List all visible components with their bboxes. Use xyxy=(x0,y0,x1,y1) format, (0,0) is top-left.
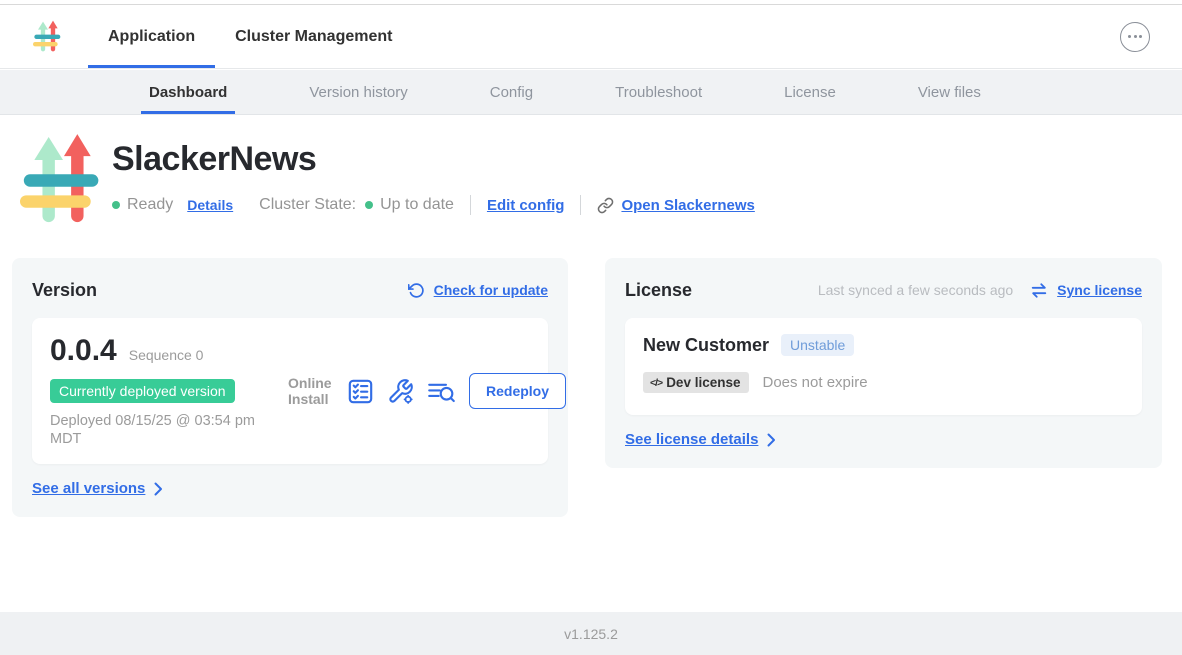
version-card: Version Check for update 0.0.4 Sequence … xyxy=(12,258,568,517)
app-footer: v1.125.2 xyxy=(0,612,1182,655)
view-logs-icon[interactable] xyxy=(427,378,456,405)
subnav-tab-version-history[interactable]: Version history xyxy=(305,70,411,114)
cluster-state-value: Up to date xyxy=(380,196,454,214)
last-synced-label: Last synced a few seconds ago xyxy=(818,282,1013,298)
install-type-label: Online Install xyxy=(288,375,334,407)
subnav-tab-troubleshoot[interactable]: Troubleshoot xyxy=(611,70,706,114)
deployed-timestamp: Deployed 08/15/25 @ 03:54 pm MDT xyxy=(50,412,265,448)
channel-badge: Unstable xyxy=(781,334,854,356)
license-card: License Last synced a few seconds ago Sy… xyxy=(605,258,1162,468)
version-sequence: Sequence 0 xyxy=(129,347,204,363)
divider xyxy=(580,195,581,215)
see-license-details-link[interactable]: See license details xyxy=(625,431,758,448)
preflight-checks-icon[interactable] xyxy=(347,378,374,405)
subnav-tab-config[interactable]: Config xyxy=(486,70,537,114)
license-type-badge: </> Dev license xyxy=(643,372,749,393)
tab-cluster-management[interactable]: Cluster Management xyxy=(215,5,412,68)
chevron-right-icon xyxy=(154,482,163,496)
subnav-tab-license[interactable]: License xyxy=(780,70,840,114)
app-header: Application Cluster Management xyxy=(0,5,1182,69)
app-hero: SlackerNews Ready Details Cluster State:… xyxy=(0,116,1182,258)
refresh-icon xyxy=(408,282,425,299)
subnav-tab-dashboard[interactable]: Dashboard xyxy=(145,70,231,114)
subnav-tab-view-files[interactable]: View files xyxy=(914,70,985,114)
see-all-versions-link[interactable]: See all versions xyxy=(32,480,145,497)
open-app-link[interactable]: Open Slackernews xyxy=(621,197,754,214)
license-summary-panel: New Customer Unstable </> Dev license Do… xyxy=(625,318,1142,415)
sync-license-link[interactable]: Sync license xyxy=(1057,282,1142,298)
app-status-dot xyxy=(112,201,120,209)
deployed-status-badge: Currently deployed version xyxy=(50,379,235,403)
chevron-right-icon xyxy=(767,433,776,447)
divider xyxy=(470,195,471,215)
page-title: SlackerNews xyxy=(112,140,755,179)
version-number: 0.0.4 xyxy=(50,334,117,368)
config-wrench-icon[interactable] xyxy=(387,378,414,405)
app-logo-icon xyxy=(33,19,63,55)
app-logo-large xyxy=(20,134,106,228)
cluster-state-label: Cluster State: xyxy=(259,196,356,214)
link-chain-icon xyxy=(597,197,614,214)
current-version-panel: 0.0.4 Sequence 0 Currently deployed vers… xyxy=(32,318,548,464)
code-icon: </> xyxy=(650,377,662,389)
cluster-state-dot xyxy=(365,201,373,209)
status-details-link[interactable]: Details xyxy=(187,197,233,213)
more-menu-button[interactable] xyxy=(1120,22,1150,52)
version-card-title: Version xyxy=(32,280,97,301)
redeploy-button[interactable]: Redeploy xyxy=(469,373,566,409)
license-card-title: License xyxy=(625,280,692,301)
license-type-label: Dev license xyxy=(666,375,740,390)
console-version-label: v1.125.2 xyxy=(564,626,618,642)
dashboard-cards: Version Check for update 0.0.4 Sequence … xyxy=(12,258,1162,517)
sync-arrows-icon xyxy=(1030,282,1048,299)
app-status-row: Ready Details Cluster State: Up to date … xyxy=(112,195,755,215)
customer-name: New Customer xyxy=(643,335,769,356)
open-app-link-wrap[interactable]: Open Slackernews xyxy=(597,197,754,214)
app-status-label: Ready xyxy=(127,196,173,214)
header-tabs: Application Cluster Management xyxy=(88,5,412,68)
app-subnav: Dashboard Version history Config Trouble… xyxy=(0,70,1182,115)
license-expiry-label: Does not expire xyxy=(762,374,867,391)
tab-application[interactable]: Application xyxy=(88,5,215,68)
check-for-update-link[interactable]: Check for update xyxy=(434,282,548,298)
edit-config-link[interactable]: Edit config xyxy=(487,197,565,214)
